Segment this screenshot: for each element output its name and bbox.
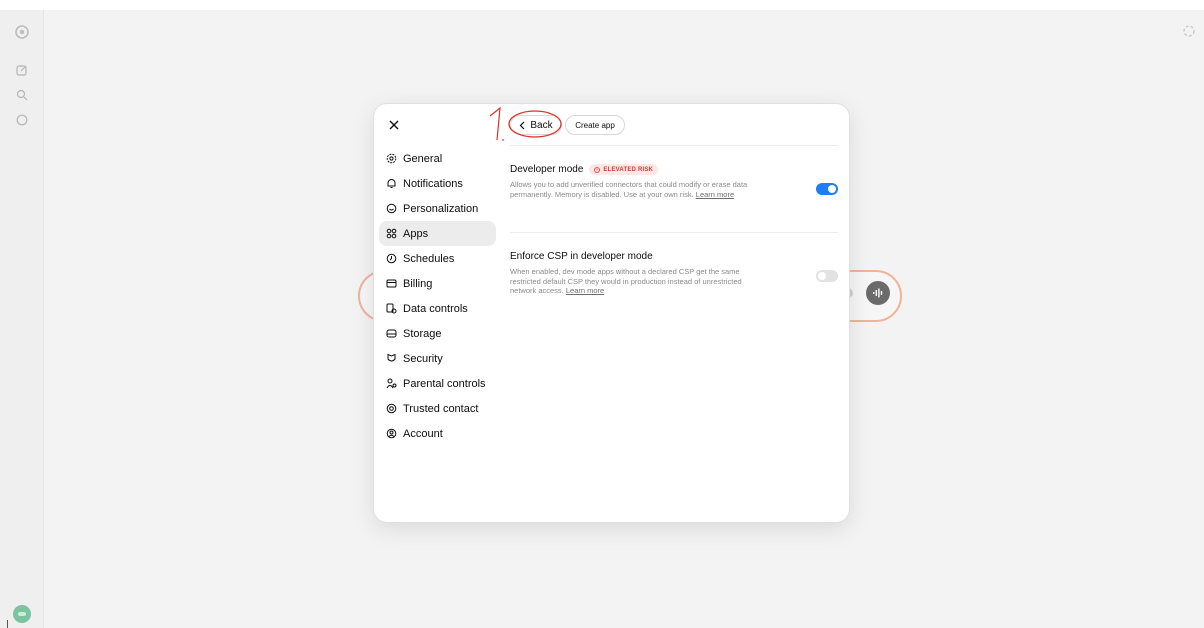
- annotation-number: [489, 106, 504, 141]
- sidebar-item-general[interactable]: General: [379, 146, 496, 171]
- sidebar-item-label: Trusted contact: [403, 402, 479, 415]
- create-app-button[interactable]: Create app: [565, 115, 625, 135]
- chevron-left-icon: [519, 121, 525, 130]
- sidebar-item-account[interactable]: Account: [379, 421, 496, 446]
- loading-spinner-icon: [1182, 24, 1196, 38]
- gear-icon: [385, 153, 397, 165]
- sidebar-item-schedules[interactable]: Schedules: [379, 246, 496, 271]
- enforce-csp-text: When enabled, dev mode apps without a de…: [510, 267, 742, 296]
- voice-mode-button[interactable]: [866, 281, 890, 305]
- developer-mode-label: Developer mode: [510, 164, 584, 175]
- back-label: Back: [530, 119, 553, 131]
- openai-logo-icon[interactable]: [14, 24, 30, 40]
- warning-icon: [594, 166, 601, 173]
- enforce-csp-description: When enabled, dev mode apps without a de…: [510, 267, 755, 296]
- divider: [510, 232, 838, 233]
- sidebar-item-label: Schedules: [403, 252, 455, 265]
- top-bar: [0, 0, 1204, 10]
- sidebar-item-label: Account: [403, 427, 443, 440]
- enforce-csp-toggle[interactable]: [816, 270, 838, 282]
- sidebar-rail: [0, 10, 44, 628]
- developer-mode-toggle[interactable]: [816, 183, 838, 195]
- sidebar-item-parental-controls[interactable]: Parental controls: [379, 371, 496, 396]
- sidebar-item-storage[interactable]: Storage: [379, 321, 496, 346]
- elevated-risk-badge: ELEVATED RISK: [589, 164, 659, 175]
- sidebar-item-personalization[interactable]: Personalization: [379, 196, 496, 221]
- developer-mode-title: Developer mode ELEVATED RISK: [510, 164, 659, 175]
- credit-card-icon: [385, 278, 397, 290]
- new-chat-icon[interactable]: [14, 62, 30, 78]
- sidebar-item-notifications[interactable]: Notifications: [379, 171, 496, 196]
- lifebuoy-icon: [385, 403, 397, 415]
- enforce-csp-title: Enforce CSP in developer mode: [510, 251, 653, 262]
- clock-icon: [385, 253, 397, 265]
- waveform-icon: [873, 288, 883, 298]
- sidebar-item-data-controls[interactable]: Data controls: [379, 296, 496, 321]
- sidebar-item-label: Parental controls: [403, 377, 486, 390]
- apps-pane: Back Create app Developer mode ELEVATED …: [489, 104, 840, 522]
- divider: [510, 145, 838, 146]
- sidebar-item-label: Billing: [403, 277, 433, 290]
- settings-nav: General Notifications Personalization Apps S…: [379, 146, 496, 446]
- learn-more-link[interactable]: Learn more: [696, 190, 734, 199]
- account-icon: [385, 428, 397, 440]
- sidebar-item-trusted-contact[interactable]: Trusted contact: [379, 396, 496, 421]
- parental-icon: [385, 378, 397, 390]
- learn-more-link[interactable]: Learn more: [566, 286, 604, 295]
- storage-icon: [385, 328, 397, 340]
- enforce-csp-label: Enforce CSP in developer mode: [510, 251, 653, 262]
- sidebar-item-label: Apps: [403, 227, 429, 240]
- search-icon[interactable]: [14, 87, 30, 103]
- chat-bubble-icon[interactable]: [14, 112, 30, 128]
- sidebar-item-label: Data controls: [403, 302, 468, 315]
- developer-mode-description: Allows you to add unverified connectors …: [510, 180, 755, 199]
- close-button[interactable]: [386, 117, 402, 133]
- data-controls-icon: [385, 303, 397, 315]
- personalization-icon: [385, 203, 397, 215]
- sidebar-item-label: Personalization: [403, 202, 479, 215]
- sidebar-item-label: Security: [403, 352, 443, 365]
- close-icon: [389, 120, 399, 130]
- sidebar-item-security[interactable]: Security: [379, 346, 496, 371]
- security-icon: [385, 353, 397, 365]
- bell-icon: [385, 178, 397, 190]
- sidebar-item-label: General: [403, 152, 443, 165]
- sidebar-item-apps[interactable]: Apps: [379, 221, 496, 246]
- sidebar-item-label: Storage: [403, 327, 442, 340]
- back-button[interactable]: Back: [510, 115, 562, 135]
- edge-mark: [7, 620, 8, 628]
- sidebar-item-label: Notifications: [403, 177, 463, 190]
- sidebar-item-billing[interactable]: Billing: [379, 271, 496, 296]
- avatar[interactable]: [13, 605, 31, 623]
- apps-grid-icon: [385, 228, 397, 240]
- badge-label: ELEVATED RISK: [603, 166, 654, 173]
- settings-modal: General Notifications Personalization Apps S…: [373, 103, 850, 523]
